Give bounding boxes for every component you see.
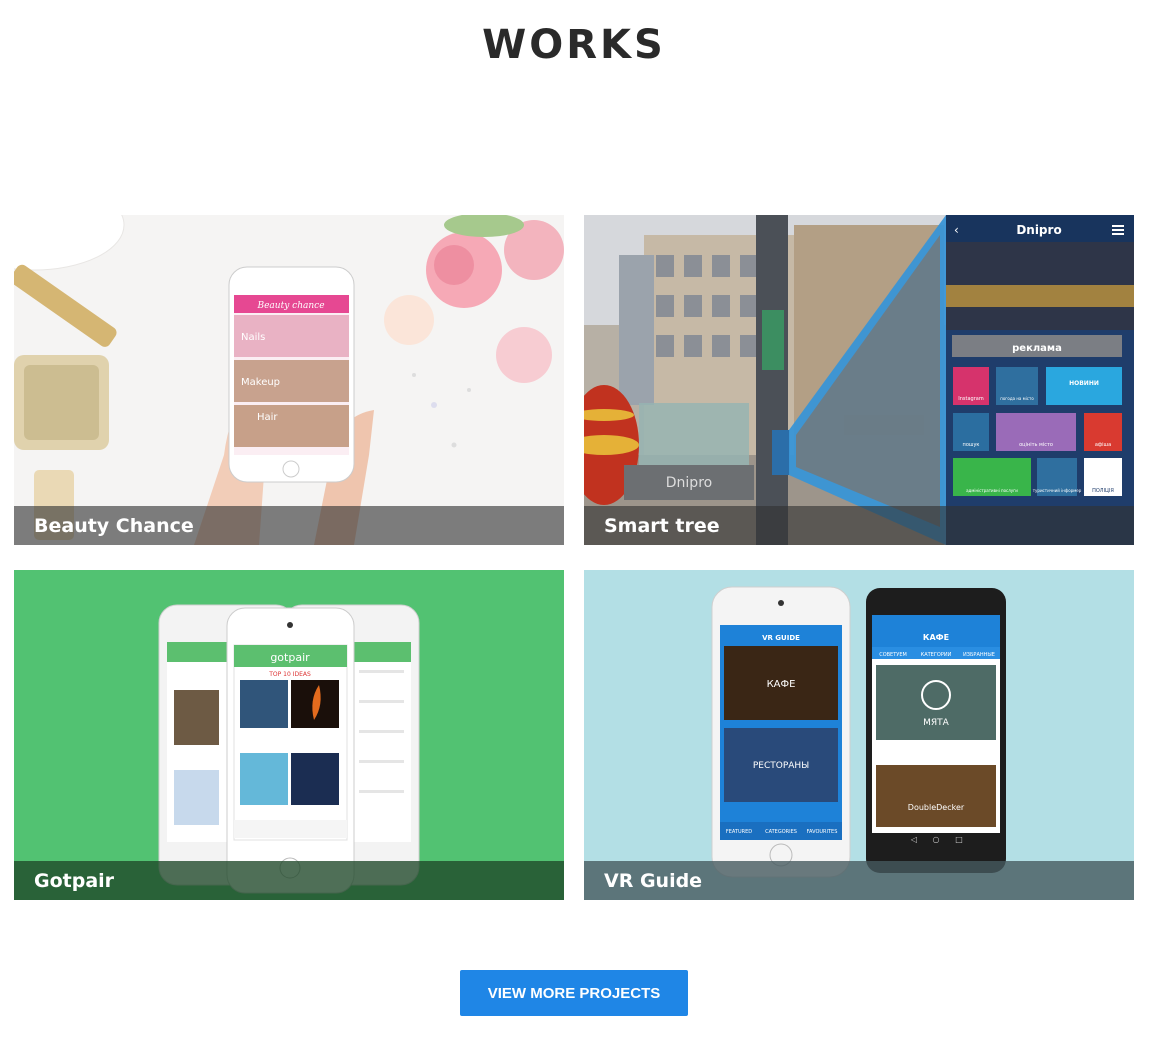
project-card-smart-tree[interactable]: Dnipro Dnipro ‹ реклама Instagram погода… bbox=[584, 215, 1134, 545]
vr-right-title: КАФЕ bbox=[923, 633, 949, 642]
vr-right-item-2: DoubleDecker bbox=[908, 803, 965, 812]
kiosk-tile-1: Instagram bbox=[958, 396, 984, 402]
project-caption: Smart tree bbox=[584, 506, 1134, 545]
vr-guide-image: VR GUIDE КАФЕ РЕСТОРАНЫ FEATURED CATEGOR… bbox=[584, 570, 1134, 900]
dnipro-sign: Dnipro bbox=[666, 475, 712, 491]
svg-text:□: □ bbox=[955, 835, 963, 844]
svg-text:○: ○ bbox=[933, 835, 940, 844]
kiosk-tile-7: адміністративні послуги bbox=[966, 488, 1018, 493]
kiosk-tile-5: оцініть місто bbox=[1019, 442, 1053, 448]
gotpair-app-title: gotpair bbox=[270, 651, 310, 664]
kiosk-tile-3: НОВИНИ bbox=[1069, 380, 1099, 387]
project-caption: VR Guide bbox=[584, 861, 1134, 900]
vr-left-tab-3: FAVOURITES bbox=[807, 829, 838, 835]
vr-right-tab-3: ИЗБРАННЫЕ bbox=[963, 652, 995, 658]
project-caption: Gotpair bbox=[14, 861, 564, 900]
gotpair-image: gotpair TOP 10 IDEAS bbox=[14, 570, 564, 900]
project-caption: Beauty Chance bbox=[14, 506, 564, 545]
project-card-gotpair[interactable]: gotpair TOP 10 IDEAS Gotpair bbox=[14, 570, 564, 900]
vr-right-item-1: МЯТА bbox=[923, 718, 950, 728]
beauty-menu-2: Makeup bbox=[241, 377, 280, 388]
beauty-menu-3: Hair bbox=[257, 412, 278, 423]
section-title: WORKS bbox=[482, 22, 666, 68]
kiosk-tile-6: афіша bbox=[1095, 442, 1111, 448]
project-card-vr-guide[interactable]: VR GUIDE КАФЕ РЕСТОРАНЫ FEATURED CATEGOR… bbox=[584, 570, 1134, 900]
vr-left-item-2: РЕСТОРАНЫ bbox=[753, 761, 809, 771]
project-card-beauty-chance[interactable]: Beauty chance Nails Makeup Hair Beauty C… bbox=[14, 215, 564, 545]
kiosk-tile-8: туристичний інформер bbox=[1033, 488, 1082, 493]
svg-text:◁: ◁ bbox=[910, 835, 917, 844]
smart-tree-image: Dnipro Dnipro ‹ реклама Instagram погода… bbox=[584, 215, 1134, 545]
beauty-chance-image: Beauty chance Nails Makeup Hair bbox=[14, 215, 564, 545]
project-title: Beauty Chance bbox=[34, 514, 194, 537]
kiosk-tile-9: ПОЛІЦІЯ bbox=[1092, 488, 1114, 494]
project-title: Smart tree bbox=[604, 514, 720, 537]
kiosk-tile-4: пошук bbox=[963, 442, 980, 448]
gotpair-banner: TOP 10 IDEAS bbox=[268, 671, 311, 678]
beauty-app-title: Beauty chance bbox=[256, 301, 324, 311]
project-title: Gotpair bbox=[34, 869, 115, 892]
vr-left-item-1: КАФЕ bbox=[767, 679, 796, 690]
vr-left-tab-2: CATEGORIES bbox=[765, 829, 797, 835]
project-title: VR Guide bbox=[604, 869, 703, 892]
vr-right-tab-2: КАТЕГОРИИ bbox=[921, 652, 952, 658]
kiosk-ad: реклама bbox=[1012, 343, 1062, 354]
vr-left-title: VR GUIDE bbox=[762, 634, 800, 642]
svg-text:‹: ‹ bbox=[954, 223, 959, 237]
view-more-projects-button[interactable]: VIEW MORE PROJECTS bbox=[460, 970, 688, 1016]
beauty-menu-1: Nails bbox=[241, 332, 265, 343]
kiosk-tile-2: погода на місто bbox=[1000, 396, 1034, 401]
vr-right-tab-1: СОВЕТУЕМ bbox=[879, 652, 907, 658]
kiosk-title: Dnipro bbox=[1016, 223, 1061, 237]
vr-left-tab-1: FEATURED bbox=[726, 829, 752, 835]
